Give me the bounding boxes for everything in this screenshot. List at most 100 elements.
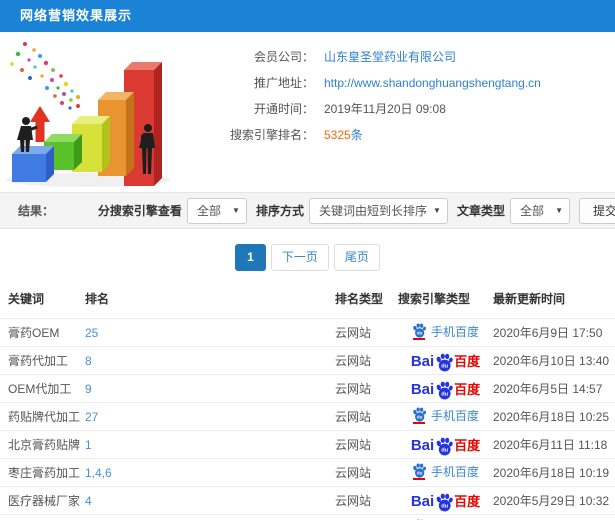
growth-arrow [30, 106, 50, 142]
header-keyword: 关键词 [8, 292, 45, 306]
paw-du-text: du [441, 503, 448, 509]
promo-url-link[interactable]: http://www.shandonghuangshengtang.cn [324, 70, 541, 96]
open-time-label: 开通时间： [253, 102, 314, 116]
rank-count-value: 5325条 [324, 122, 363, 148]
rank-link[interactable]: 9 [85, 382, 92, 396]
baidu-cn-text: 百度 [454, 494, 481, 509]
baidu-paw-icon: du [435, 353, 454, 372]
rank-count-label: 搜索引擎排名： [229, 128, 314, 142]
table-row: OEM代加工 9 云网站 Bai du 百度 2020年6月5日 14:57 [0, 374, 615, 403]
engine-filter-value: 全部 [196, 203, 221, 218]
baidu-bai-text: Bai [410, 353, 435, 370]
baidu-logo: Bai du 百度 [410, 435, 481, 456]
open-time-value: 2019年11月20日 09:08 [324, 102, 446, 116]
paw-du-text: du [441, 447, 448, 453]
mobile-baidu-label: 手机百度 [430, 464, 479, 479]
rank-type-cell: 云网站 [335, 486, 398, 515]
rank-type-cell: 云网站 [335, 514, 398, 520]
header-updated: 最新更新时间 [493, 292, 566, 306]
result-label: 结果： [18, 204, 55, 218]
baidu-bai-text: Bai [410, 437, 435, 454]
rank-link[interactable]: 25 [85, 326, 98, 340]
bar-blue [12, 146, 54, 182]
mobile-baidu-label: 手机百度 [430, 324, 479, 339]
table-row: 菏泽膏药厂家 17 云网站 du 手机百度 [0, 514, 615, 520]
rank-type-cell: 云网站 [335, 318, 398, 347]
baidu-paw-icon: du [435, 381, 454, 400]
keyword-cell: 药贴牌代加工 [0, 402, 85, 431]
header-rank: 排名 [85, 292, 110, 306]
paw-du-text: du [417, 470, 423, 475]
mobile-baidu-badge: du 手机百度 [412, 322, 479, 340]
rank-count-suffix: 条 [350, 128, 363, 142]
baidu-red-underline [412, 421, 425, 424]
table-row: 枣庄膏药加工 1,4,6 云网站 du 手机百度 2020年6月18日 10:1… [0, 458, 615, 487]
filter-bar: 结果： 分搜索引擎查看 全部 ▼ 排序方式 关键词由短到长排序 ▼ 文章类型 全… [0, 192, 615, 229]
table-row: 药贴牌代加工 27 云网站 du 手机百度 2020年6月18日 10:25 [0, 402, 615, 431]
updated-cell: 2020年6月10日 13:40 [493, 346, 615, 375]
baidu-cn-text: 百度 [454, 438, 481, 453]
baidu-cn-text: 百度 [454, 382, 481, 397]
rank-link[interactable]: 1,4,6 [85, 466, 112, 480]
pagination: 1 下一页 尾页 [0, 244, 615, 271]
sort-label: 排序方式 [255, 204, 304, 218]
mobile-baidu-badge: du 手机百度 [412, 462, 479, 480]
updated-cell: 2020年5月29日 10:32 [493, 486, 615, 515]
results-table: 关键词 排名 排名类型 搜索引擎类型 最新更新时间 膏药OEM 25 云网站 d… [0, 281, 615, 520]
company-link[interactable]: 山东皇圣堂药业有限公司 [324, 44, 456, 70]
chevron-down-icon: ▼ [433, 205, 441, 215]
next-page-button[interactable]: 下一页 [270, 244, 329, 271]
baidu-logo: Bai du 百度 [411, 379, 481, 400]
baidu-paw-icon: du [412, 322, 427, 340]
table-row: 膏药代加工 8 云网站 Bai du 百度 2020年6月10日 13:40 [0, 346, 615, 375]
filter-controls: 分搜索引擎查看 全部 ▼ 排序方式 关键词由短到长排序 ▼ 文章类型 全部 ▼ … [89, 197, 615, 224]
paw-du-text: du [417, 330, 423, 335]
account-info-list: 会员公司： 山东皇圣堂药业有限公司 推广地址： http://www.shand… [192, 36, 541, 190]
paw-du-text: du [417, 414, 423, 419]
baidu-cn-text: 百度 [454, 354, 481, 369]
rank-link[interactable]: 1 [85, 438, 92, 452]
rank-link[interactable]: 4 [85, 494, 92, 508]
updated-cell: 2020年6月11日 11:18 [493, 430, 615, 459]
page-button-current[interactable]: 1 [235, 244, 266, 271]
article-type-label: 文章类型 [456, 204, 505, 218]
rank-link[interactable]: 27 [85, 410, 98, 424]
page-title: 网络营销效果展示 [20, 8, 133, 23]
updated-cell: 2020年6月11日 11:40 [493, 514, 615, 520]
chevron-down-icon: ▼ [232, 205, 240, 215]
sort-value: 关键词由短到长排序 [318, 203, 427, 218]
info-row-open-time: 开通时间： 2019年11月20日 09:08 [192, 96, 541, 122]
keyword-cell: 北京膏药贴牌 [0, 430, 85, 459]
keyword-cell: 膏药代加工 [0, 346, 85, 375]
account-info-section: 会员公司： 山东皇圣堂药业有限公司 推广地址： http://www.shand… [0, 32, 615, 190]
last-page-button[interactable]: 尾页 [333, 244, 380, 271]
baidu-paw-icon: du [435, 437, 454, 456]
info-row-url: 推广地址： http://www.shandonghuangshengtang.… [192, 70, 541, 96]
baidu-red-underline [412, 477, 425, 480]
header-rank-type: 排名类型 [335, 292, 384, 306]
baidu-logo: Bai du 百度 [411, 491, 481, 512]
updated-cell: 2020年6月18日 10:25 [493, 402, 615, 431]
rank-type-cell: 云网站 [335, 458, 398, 487]
mobile-baidu-label: 手机百度 [430, 408, 479, 423]
engine-filter-label: 分搜索引擎查看 [97, 204, 182, 218]
sort-select[interactable]: 关键词由短到长排序 ▼ [308, 197, 448, 224]
updated-cell: 2020年6月18日 10:19 [493, 458, 615, 487]
submit-button[interactable]: 提交 [578, 197, 615, 224]
results-table-body: 膏药OEM 25 云网站 du 手机百度 2020年6月9日 17:50 膏药代… [0, 318, 615, 520]
promo-url-label: 推广地址： [253, 76, 314, 90]
article-type-select[interactable]: 全部 ▼ [509, 197, 570, 224]
bar-chart-illustration-svg [6, 42, 170, 187]
keyword-cell: 枣庄膏药加工 [0, 458, 85, 487]
baidu-paw-icon: du [412, 406, 427, 424]
info-row-company: 会员公司： 山东皇圣堂药业有限公司 [192, 44, 541, 70]
marketing-illustration [0, 36, 192, 190]
rank-link[interactable]: 8 [85, 354, 92, 368]
baidu-paw-icon: du [412, 462, 427, 480]
baidu-logo: Bai du 百度 [410, 351, 481, 372]
header-engine-type: 搜索引擎类型 [398, 292, 471, 306]
table-row: 北京膏药贴牌 1 云网站 Bai du 百度 2020年6月11日 11:18 [0, 430, 615, 459]
engine-filter-select[interactable]: 全部 ▼ [186, 197, 247, 224]
rank-type-cell: 云网站 [335, 430, 398, 459]
keyword-cell: OEM代加工 [0, 374, 85, 403]
